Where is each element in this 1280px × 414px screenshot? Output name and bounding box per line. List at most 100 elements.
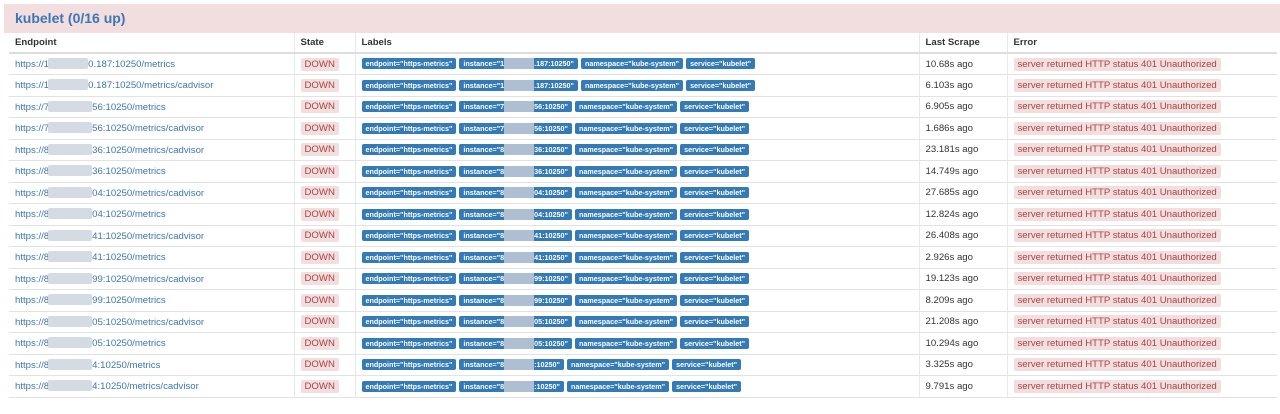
endpoint-prefix[interactable]: https://8 (15, 145, 49, 156)
endpoint-link[interactable]: https://8 99:10250/metrics/cadvisor (15, 272, 204, 285)
endpoint-suffix[interactable]: 56:10250/metrics (92, 102, 166, 113)
endpoint-link[interactable]: https://8 05:10250/metrics/cadvisor (15, 315, 204, 328)
endpoint-prefix[interactable]: https://8 (15, 231, 49, 242)
endpoint-suffix[interactable]: 0.187:10250/metrics/cadvisor (88, 80, 213, 91)
endpoint-prefix[interactable]: https://8 (15, 381, 49, 392)
job-header-kubelet[interactable]: kubelet (0/16 up) (4, 4, 1280, 33)
table-row: https://8 4:10250/metrics/cadvisor DOWN end… (9, 375, 1277, 398)
endpoint-suffix[interactable]: 99:10250/metrics (92, 295, 166, 306)
redacted-ip (48, 337, 93, 349)
last-scrape-cell: 8.209s ago (918, 289, 1007, 311)
labels-cell: endpoint="https-metrics" instance="1 .187:… (354, 52, 919, 75)
state-cell: DOWN (293, 224, 355, 247)
last-scrape-cell: 23.181s ago (918, 138, 1007, 161)
endpoint-link[interactable]: https://1 0.187:10250/metrics/cadvisor (15, 79, 213, 91)
label-instance: instance="1 .187:10250" (459, 79, 578, 91)
endpoint-prefix[interactable]: https://8 (15, 166, 49, 177)
endpoint-prefix[interactable]: https://8 (15, 274, 49, 285)
endpoint-prefix[interactable]: https://8 (15, 338, 49, 349)
label-endpoint: endpoint="https-metrics" (361, 294, 457, 306)
endpoint-link[interactable]: https://8 41:10250/metrics/cadvisor (15, 229, 204, 242)
label-endpoint: endpoint="https-metrics" (361, 380, 457, 392)
label-endpoint: endpoint="https-metrics" (361, 316, 457, 328)
endpoint-link[interactable]: https://8 36:10250/metrics (15, 165, 166, 177)
endpoint-prefix[interactable]: https://8 (15, 188, 49, 199)
endpoint-link[interactable]: https://1 0.187:10250/metrics (15, 58, 175, 70)
endpoint-suffix[interactable]: 04:10250/metrics/cadvisor (92, 188, 204, 199)
endpoint-cell: https://8 99:10250/metrics (9, 289, 294, 311)
endpoint-cell: https://8 4:10250/metrics/cadvisor (9, 375, 294, 398)
state-badge: DOWN (300, 121, 339, 135)
endpoint-link[interactable]: https://8 4:10250/metrics/cadvisor (15, 380, 199, 392)
endpoint-suffix[interactable]: 41:10250/metrics (92, 252, 166, 263)
endpoint-link[interactable]: https://8 36:10250/metrics/cadvisor (15, 143, 204, 156)
endpoint-prefix[interactable]: https://7 (15, 123, 49, 134)
error-cell: server returned HTTP status 401 Unauthor… (1006, 332, 1277, 354)
instance-prefix: instance="8 (463, 252, 505, 262)
endpoint-link[interactable]: https://8 4:10250/metrics (15, 358, 160, 371)
endpoint-prefix[interactable]: https://1 (15, 80, 49, 91)
endpoint-suffix[interactable]: 05:10250/metrics/cadvisor (92, 317, 204, 328)
table-row: https://1 0.187:10250/metrics/cadvisor DOW… (9, 74, 1277, 96)
error-cell: server returned HTTP status 401 Unauthor… (1006, 95, 1277, 118)
table-row: https://1 0.187:10250/metrics DOWN endpoint… (9, 52, 1277, 75)
endpoint-link[interactable]: https://8 04:10250/metrics (15, 208, 166, 220)
endpoint-suffix[interactable]: 04:10250/metrics (92, 209, 166, 220)
endpoint-link[interactable]: https://7 56:10250/metrics (15, 100, 166, 113)
endpoint-prefix[interactable]: https://8 (15, 317, 49, 328)
endpoint-suffix[interactable]: 4:10250/metrics (92, 360, 160, 371)
endpoint-link[interactable]: https://8 99:10250/metrics (15, 294, 166, 306)
label-namespace: namespace="kube-system" (574, 337, 678, 349)
endpoint-suffix[interactable]: 56:10250/metrics/cadvisor (92, 123, 204, 134)
endpoint-link[interactable]: https://7 56:10250/metrics/cadvisor (15, 122, 204, 134)
endpoint-suffix[interactable]: 0.187:10250/metrics (88, 59, 175, 70)
endpoint-prefix[interactable]: https://7 (15, 102, 49, 113)
last-scrape-cell: 19.123s ago (918, 267, 1007, 290)
instance-prefix: instance="1 (463, 80, 505, 90)
endpoint-link[interactable]: https://8 41:10250/metrics (15, 251, 166, 263)
label-endpoint: endpoint="https-metrics" (361, 144, 457, 156)
redacted-instance (504, 230, 535, 242)
endpoint-suffix[interactable]: 41:10250/metrics/cadvisor (92, 231, 204, 242)
endpoint-suffix[interactable]: 4:10250/metrics/cadvisor (92, 381, 199, 392)
col-state: State (293, 33, 355, 54)
endpoint-suffix[interactable]: 36:10250/metrics (92, 166, 166, 177)
label-instance: instance="1 .187:10250" (459, 58, 578, 70)
error-cell: server returned HTTP status 401 Unauthor… (1006, 181, 1277, 204)
endpoint-link[interactable]: https://8 05:10250/metrics (15, 337, 166, 349)
endpoint-prefix[interactable]: https://8 (15, 360, 49, 371)
state-badge: DOWN (300, 293, 339, 307)
label-service: service="kubelet" (680, 230, 750, 242)
redacted-instance (504, 122, 535, 134)
endpoint-prefix[interactable]: https://8 (15, 295, 49, 306)
state-cell: DOWN (293, 289, 355, 311)
label-endpoint: endpoint="https-metrics" (361, 337, 457, 349)
endpoint-suffix[interactable]: 36:10250/metrics/cadvisor (92, 145, 204, 156)
targets-panel: kubelet (0/16 up) Endpoint State Labels … (0, 0, 1280, 414)
label-namespace: namespace="kube-system" (580, 58, 684, 70)
error-cell: server returned HTTP status 401 Unauthor… (1006, 203, 1277, 225)
state-badge: DOWN (300, 143, 339, 157)
redacted-ip (48, 100, 93, 112)
endpoint-prefix[interactable]: https://8 (15, 252, 49, 263)
instance-suffix: 05:10250" (534, 317, 568, 327)
endpoint-prefix[interactable]: https://8 (15, 209, 49, 220)
instance-prefix: instance="8 (463, 338, 505, 348)
instance-suffix: .187:10250" (534, 80, 574, 90)
label-service: service="kubelet" (672, 359, 742, 371)
job-title[interactable]: kubelet (0/16 up) (15, 10, 125, 26)
endpoint-suffix[interactable]: 99:10250/metrics/cadvisor (92, 274, 204, 285)
endpoint-suffix[interactable]: 05:10250/metrics (92, 338, 166, 349)
table-row: https://7 56:10250/metrics/cadvisor DOWN en… (9, 117, 1277, 139)
label-instance: instance="8 41:10250" (459, 230, 572, 242)
error-cell: server returned HTTP status 401 Unauthor… (1006, 246, 1277, 268)
endpoint-link[interactable]: https://8 04:10250/metrics/cadvisor (15, 186, 204, 199)
instance-prefix: instance="1 (463, 59, 505, 69)
label-service: service="kubelet" (672, 380, 742, 392)
labels-cell: endpoint="https-metrics" instance="8 05:10… (354, 310, 919, 333)
label-endpoint: endpoint="https-metrics" (361, 101, 457, 113)
error-message: server returned HTTP status 401 Unauthor… (1013, 293, 1221, 307)
state-cell: DOWN (293, 95, 355, 118)
endpoint-prefix[interactable]: https://1 (15, 59, 49, 70)
error-message: server returned HTTP status 401 Unauthor… (1013, 315, 1221, 329)
